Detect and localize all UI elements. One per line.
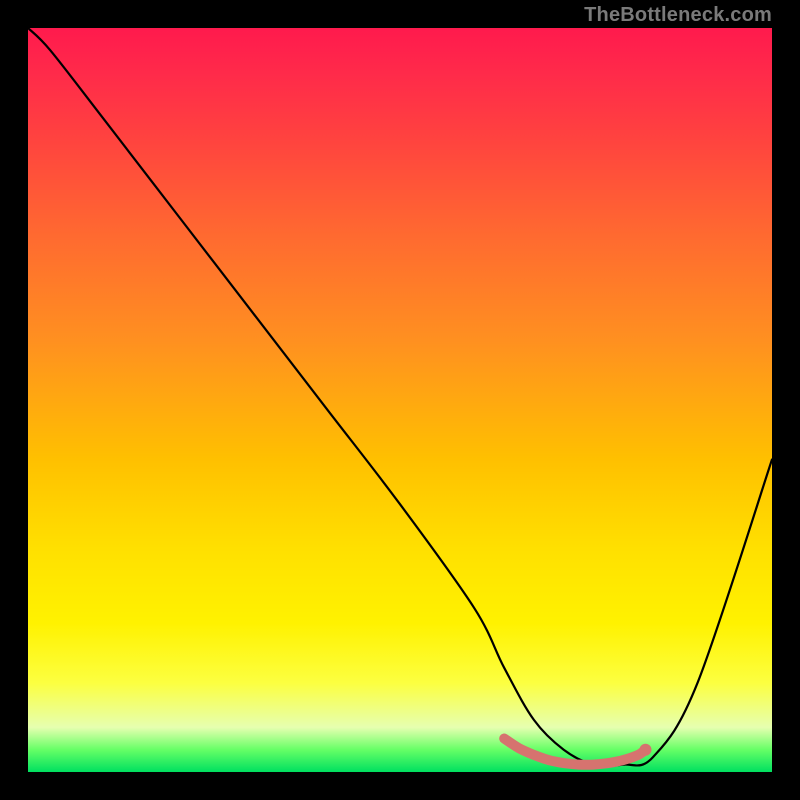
chart-frame: TheBottleneck.com (0, 0, 800, 800)
highlight-end-dot (640, 744, 652, 756)
bottleneck-curve (28, 28, 772, 766)
highlight-band (504, 739, 645, 765)
watermark-text: TheBottleneck.com (584, 4, 772, 27)
plot-area (28, 28, 772, 772)
chart-svg (28, 28, 772, 772)
